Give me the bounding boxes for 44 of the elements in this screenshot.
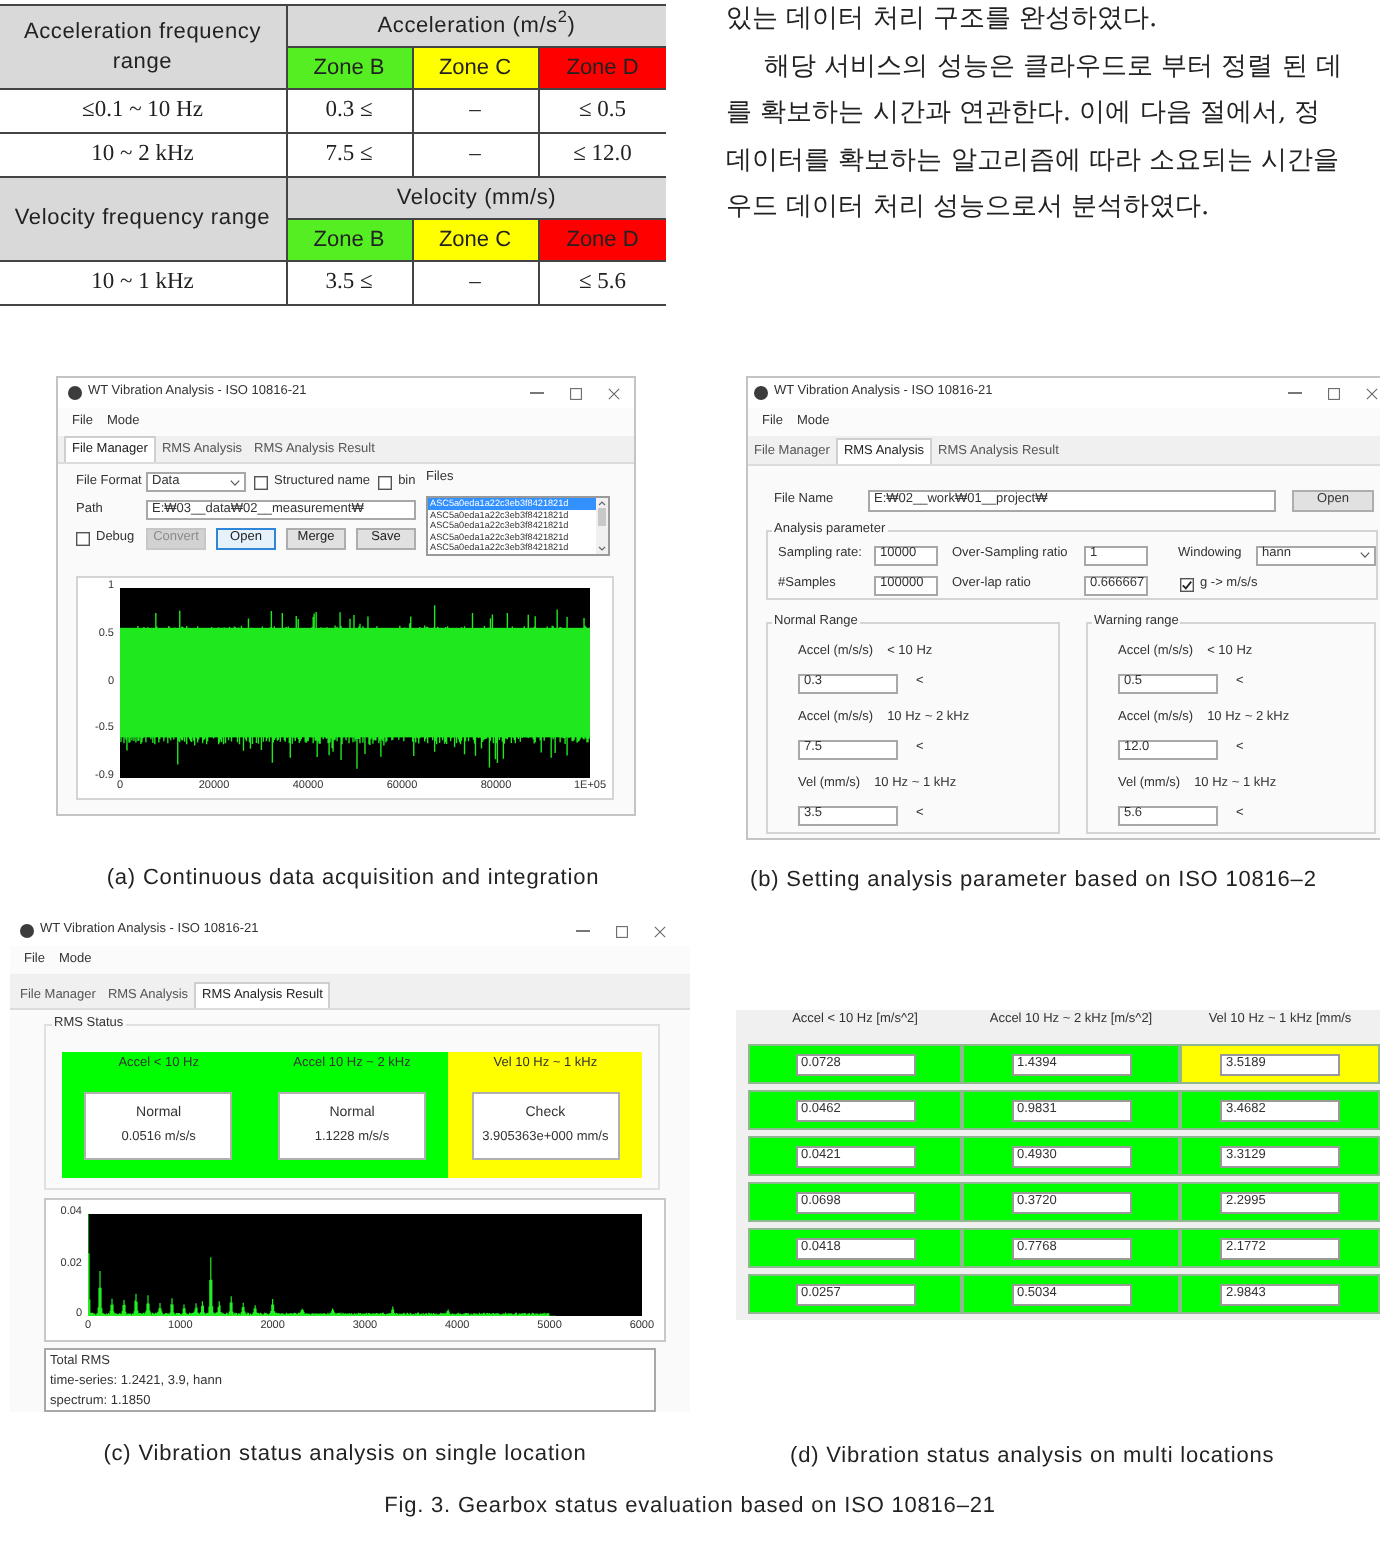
figure-caption: (d) Vibration status analysis on multi locations [790,1444,1275,1468]
table-header-cell: Acceleration (m/s$^{2}$) [286,5,667,47]
table-cell: – [412,261,538,305]
table-cell: 0.3 ≤ [286,89,412,133]
maximize-icon[interactable] [570,387,582,399]
table-cell: – [412,89,538,133]
close-icon[interactable] [608,387,620,399]
table-header-cell: Velocity frequency range [0,177,286,261]
zone-cell: Zone C [412,219,538,261]
table-cell: 10 ~ 1 kHz [0,261,286,305]
figure-caption: Fig. 3. Gearbox status evaluation based on ISO 10816–21 [384,1495,996,1517]
zone-cell: Zone B [286,47,412,89]
table-header-cell: Velocity (mm/s) [286,177,667,219]
table-cell: ≤0.1 ~ 10 Hz [0,89,286,133]
table-header-cell: Acceleration frequency range [0,5,286,89]
scrollbar[interactable] [596,498,608,554]
maximize-icon[interactable] [1328,387,1340,399]
paragraph-line: 를 확보하는 시간과 연관한다. 이에 다음 절에서, 정 [726,96,1323,132]
zone-cell: Zone D [538,219,667,261]
table-cell: ≤ 0.5 [538,89,667,133]
maximize-icon[interactable] [616,925,628,937]
table-cell: ≤ 5.6 [538,261,667,305]
figure-caption: (a) Continuous data acquisition and integration [106,867,600,889]
checkbox[interactable] [254,475,268,489]
paragraph-line: 해당 서비스의 성능은 클라우드로 부터 정렬 된 데 [762,49,1342,85]
paragraph-line: 데이터를 확보하는 알고리즘에 따라 소요되는 시간을 [726,143,1342,179]
zone-cell: Zone D [538,47,667,89]
checkbox[interactable] [378,475,393,489]
caret-icon [1360,552,1370,558]
paragraph-line: 우드 데이터 처리 성능으로서 분석하였다. [726,190,1212,226]
figure-caption: (b) Setting analysis parameter based on ISO 10816–2 [750,868,1317,892]
zone-cell: Zone B [286,219,412,261]
figure-caption: (c) Vibration status analysis on single location [103,1443,587,1465]
app-icon [68,386,82,400]
zone-cell: Zone C [412,47,538,89]
close-icon[interactable] [654,925,666,937]
close-icon[interactable] [1366,387,1378,399]
caret-icon [230,479,240,485]
table-cell: 3.5 ≤ [286,261,412,305]
checkbox[interactable] [1180,578,1194,592]
app-icon [20,924,34,938]
paragraph-line: 있는 데이터 처리 구조를 완성하였다. [726,2,1160,38]
app-icon [754,386,768,400]
checkbox[interactable] [76,532,90,546]
